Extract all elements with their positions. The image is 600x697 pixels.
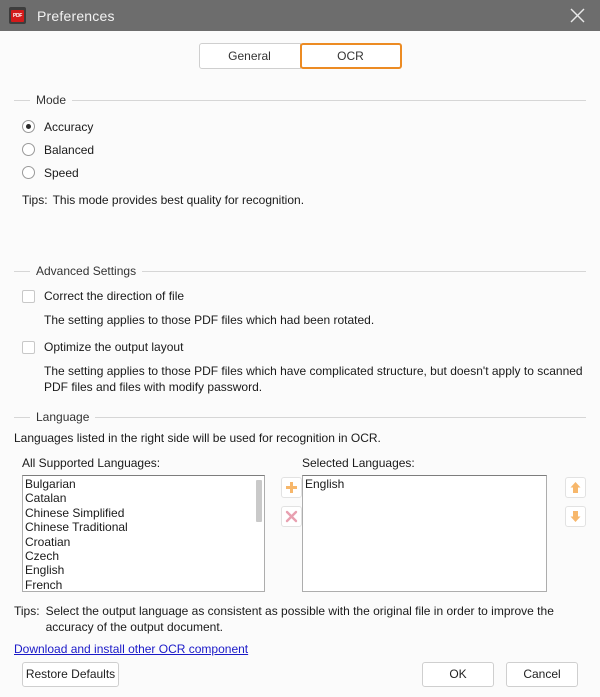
restore-defaults-button[interactable]: Restore Defaults: [22, 661, 119, 687]
radio-row-accuracy[interactable]: Accuracy: [22, 115, 586, 138]
advanced-group-body: Correct the direction of file The settin…: [14, 277, 586, 395]
language-tips-text: Select the output language as consistent…: [45, 604, 554, 634]
close-button[interactable]: [554, 0, 600, 31]
window-title: Preferences: [37, 7, 115, 24]
ok-button[interactable]: OK: [422, 661, 494, 687]
list-item-link[interactable]: Chinese Simplified: [25, 506, 124, 520]
list-item[interactable]: French: [25, 578, 264, 591]
advanced-group-header: Advanced Settings: [14, 264, 586, 278]
mode-group: Mode Accuracy Balanced Speed Tips: This m…: [14, 93, 586, 207]
reorder-buttons: [547, 456, 586, 592]
plus-icon: [286, 482, 297, 493]
group-rule-left: [14, 99, 30, 101]
check-row-correct-direction[interactable]: Correct the direction of file: [22, 286, 586, 306]
advanced-group-title: Advanced Settings: [36, 264, 137, 278]
mode-tips-label: Tips:: [22, 193, 48, 207]
transfer-buttons: [265, 456, 302, 592]
language-group: Language Languages listed in the right s…: [14, 410, 586, 656]
advanced-settings-group: Advanced Settings Correct the direction …: [14, 264, 586, 395]
all-languages-label: All Supported Languages:: [22, 456, 161, 470]
language-tips-label: Tips:: [14, 604, 40, 618]
language-intro-text: Languages listed in the right side will …: [14, 431, 381, 445]
list-item[interactable]: Bulgarian: [25, 477, 264, 491]
check-row-optimize-layout[interactable]: Optimize the output layout: [22, 337, 586, 357]
list-item[interactable]: English: [25, 563, 264, 577]
list-item[interactable]: Catalan: [25, 491, 264, 505]
checkbox-optimize-layout[interactable]: [22, 340, 35, 354]
radio-accuracy[interactable]: [22, 120, 35, 133]
language-group-header: Language: [14, 410, 586, 424]
tab-group: General OCR: [198, 43, 402, 69]
list-item[interactable]: Czech: [25, 549, 264, 563]
group-rule-left: [14, 416, 30, 418]
description-optimize-layout: The setting applies to those PDF files w…: [44, 364, 583, 394]
selected-languages-label: Selected Languages:: [302, 456, 415, 470]
checkbox-correct-direction[interactable]: [22, 289, 35, 303]
move-language-down-button[interactable]: [565, 506, 586, 527]
radio-row-balanced[interactable]: Balanced: [22, 138, 586, 161]
checkbox-label-optimize-layout: Optimize the output layout: [44, 340, 184, 354]
remove-language-button[interactable]: [281, 506, 302, 527]
mode-group-header: Mode: [14, 93, 586, 107]
radio-balanced[interactable]: [22, 143, 35, 156]
radio-label-accuracy: Accuracy: [44, 119, 94, 134]
move-language-up-button[interactable]: [565, 477, 586, 498]
language-lists: All Supported Languages: Bulgarian Catal…: [14, 456, 586, 592]
selected-languages-items: English: [303, 476, 546, 491]
cancel-button[interactable]: Cancel: [506, 661, 578, 687]
all-languages-column: All Supported Languages: Bulgarian Catal…: [22, 456, 265, 592]
tab-ocr[interactable]: OCR: [299, 43, 402, 69]
mode-tips: Tips: This mode provides best quality for…: [22, 193, 586, 207]
checkbox-label-correct-direction: Correct the direction of file: [44, 289, 185, 303]
dialog-content: Mode Accuracy Balanced Speed Tips: This m…: [0, 93, 600, 656]
list-item[interactable]: Croatian: [25, 535, 264, 549]
mode-group-body: Accuracy Balanced Speed Tips: This mode p…: [14, 106, 586, 207]
app-icon-label: PDF: [11, 9, 24, 22]
group-rule-right: [95, 416, 586, 418]
description-correct-direction: The setting applies to those PDF files w…: [44, 313, 375, 327]
all-languages-items: Bulgarian Catalan Chinese Simplified Chi…: [23, 476, 264, 591]
list-item[interactable]: English: [305, 477, 546, 491]
all-languages-listbox[interactable]: Bulgarian Catalan Chinese Simplified Chi…: [22, 475, 265, 592]
tab-general[interactable]: General: [198, 43, 301, 69]
dialog-footer: Restore Defaults OK Cancel: [0, 651, 600, 697]
list-item-link[interactable]: Chinese Traditional: [25, 520, 128, 534]
group-rule-right: [142, 270, 586, 272]
mode-tips-text: This mode provides best quality for reco…: [52, 193, 305, 207]
mode-group-title: Mode: [36, 93, 67, 107]
scrollbar-thumb[interactable]: [256, 480, 262, 522]
selected-languages-listbox[interactable]: English: [302, 475, 547, 592]
pdf-app-icon: PDF: [9, 7, 26, 24]
listbox-scrollbar[interactable]: [255, 477, 263, 591]
language-tips: Tips: Select the output language as cons…: [14, 603, 586, 635]
title-bar: PDF Preferences: [0, 0, 600, 31]
group-rule-right: [72, 99, 586, 101]
group-rule-left: [14, 270, 30, 272]
close-icon: [570, 8, 584, 23]
radio-row-speed[interactable]: Speed: [22, 161, 586, 184]
radio-label-speed: Speed: [44, 165, 79, 180]
radio-speed[interactable]: [22, 166, 35, 179]
arrow-down-icon: [570, 511, 581, 522]
selected-languages-column: Selected Languages: English: [302, 456, 547, 592]
arrow-up-icon: [570, 482, 581, 493]
tab-bar: General OCR: [0, 31, 600, 81]
cross-icon: [285, 510, 298, 523]
add-language-button[interactable]: [281, 477, 302, 498]
radio-label-balanced: Balanced: [44, 142, 95, 157]
language-group-title: Language: [36, 410, 90, 424]
